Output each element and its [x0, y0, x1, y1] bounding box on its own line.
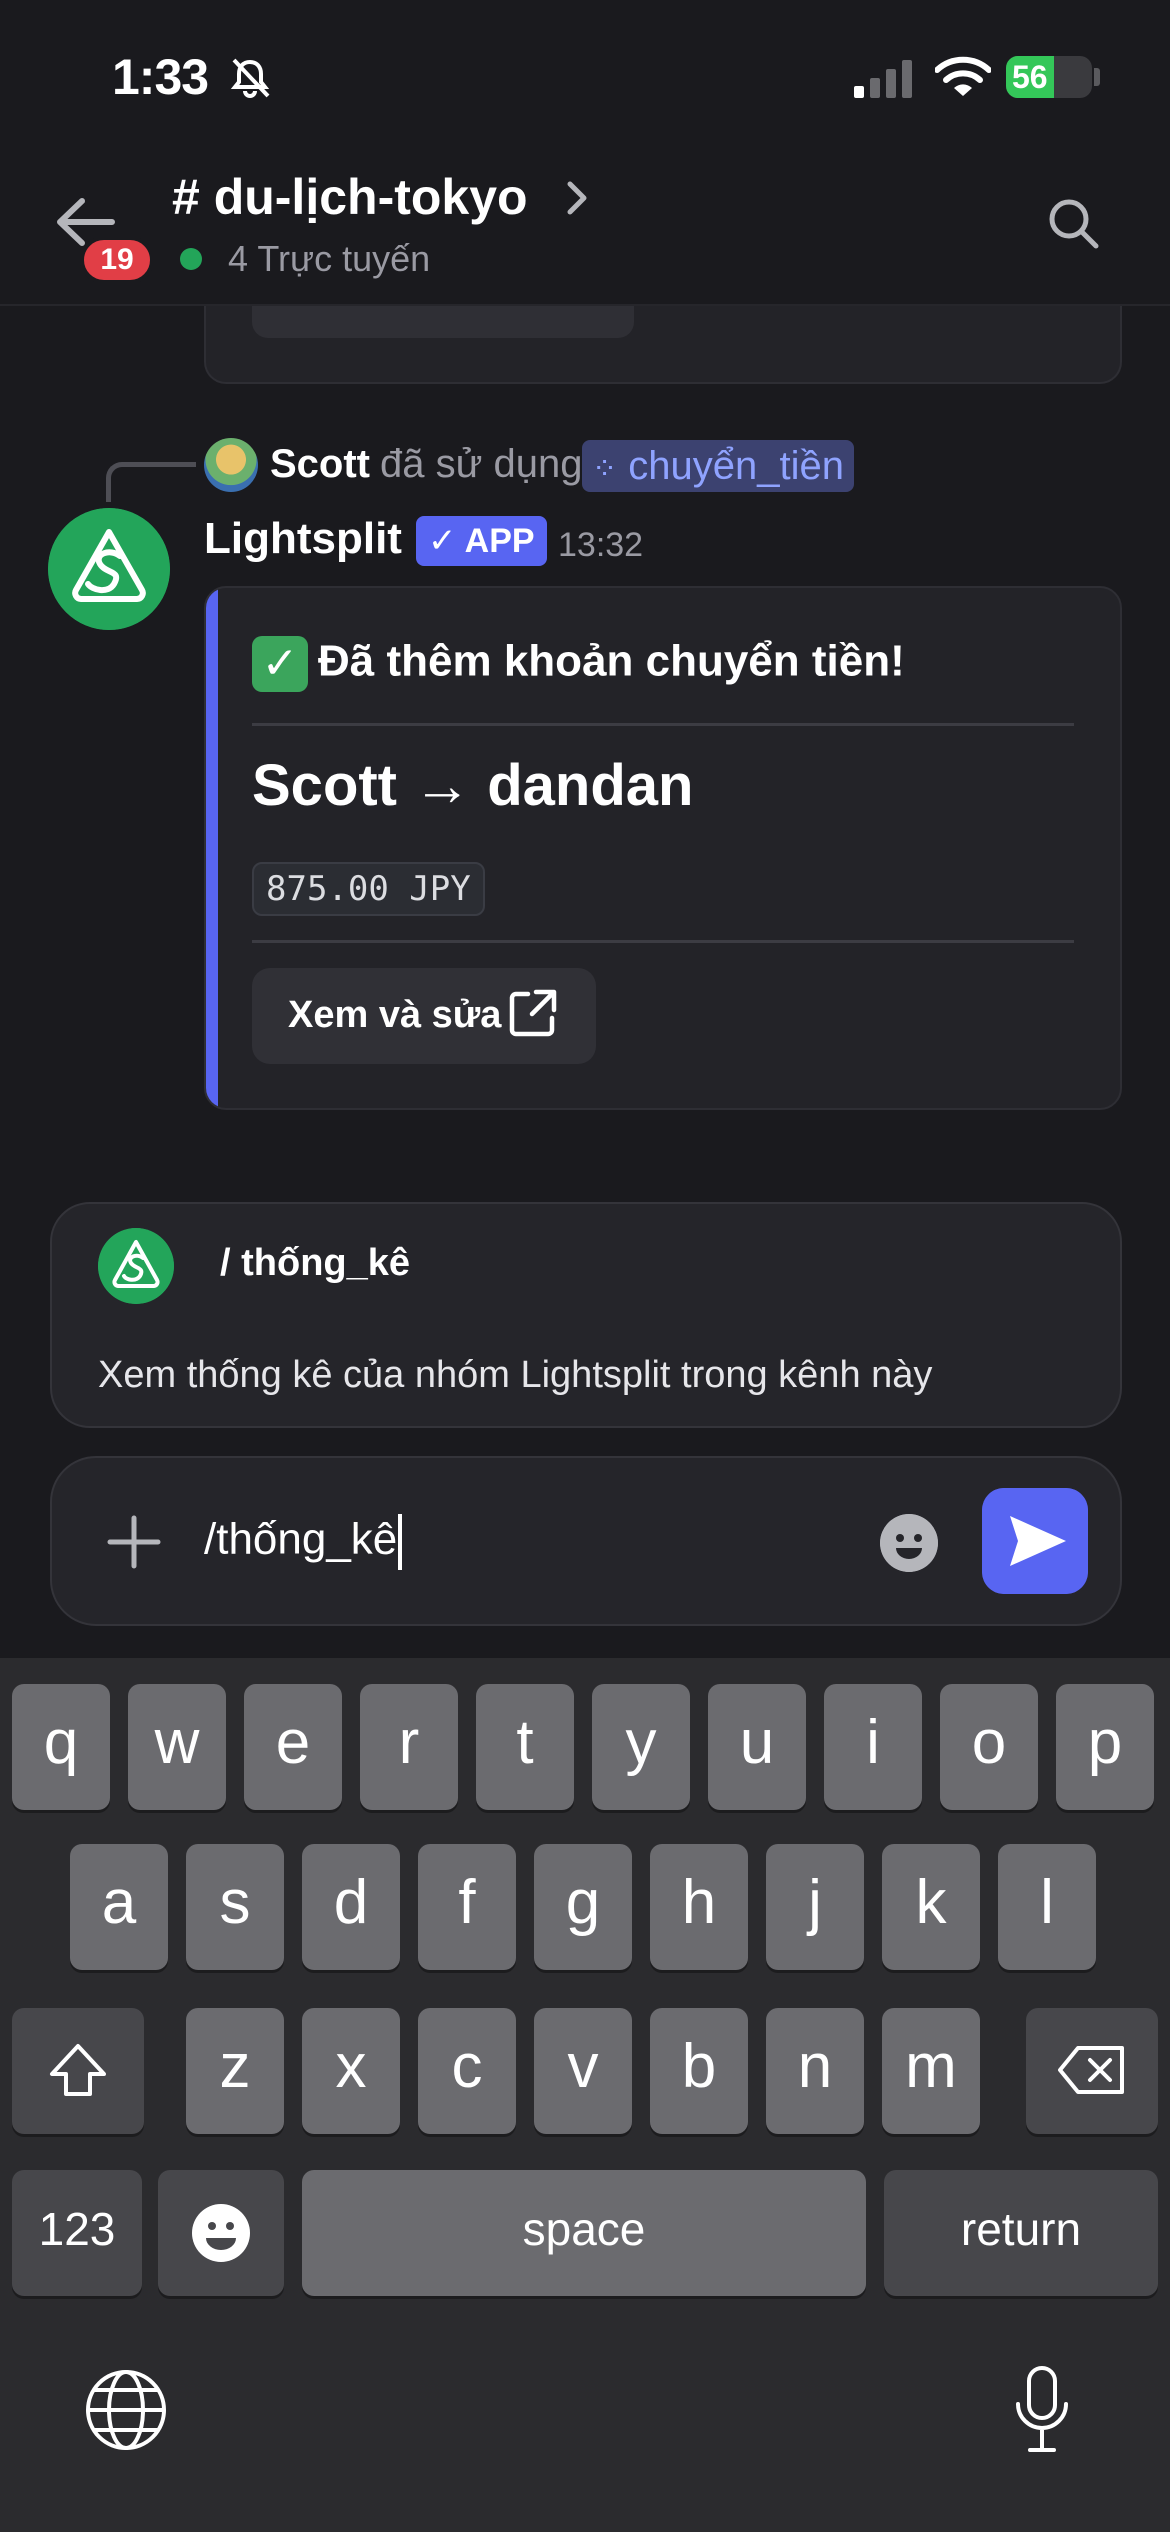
- shift-key[interactable]: [12, 2008, 144, 2134]
- key-b[interactable]: b: [650, 2008, 748, 2134]
- key-u[interactable]: u: [708, 1684, 806, 1810]
- divider: [252, 940, 1074, 943]
- bell-muted-icon: [230, 58, 270, 98]
- emoji-icon[interactable]: [880, 1514, 938, 1572]
- input-value: /thống_kê: [204, 1514, 398, 1564]
- bot-avatar[interactable]: [48, 508, 170, 630]
- view-edit-label: Xem và sửa: [288, 994, 502, 1036]
- status-time: 1:33: [112, 49, 209, 105]
- battery-level: 56: [1012, 59, 1048, 95]
- message-author[interactable]: Lightsplit: [204, 514, 402, 564]
- key-r[interactable]: r: [360, 1684, 458, 1810]
- embed-accent-bar: [206, 588, 218, 1108]
- plus-icon[interactable]: [106, 1514, 162, 1570]
- key-m[interactable]: m: [882, 2008, 980, 2134]
- keyboard: qwertyuiop asdfghjkl zxcvbnm 123 space r…: [0, 1658, 1170, 2532]
- key-x[interactable]: x: [302, 2008, 400, 2134]
- input-text[interactable]: /thống_kê: [204, 1514, 403, 1570]
- globe-icon[interactable]: [84, 2368, 168, 2452]
- microphone-icon[interactable]: [1010, 2364, 1074, 2456]
- suggestion-command: / thống_kê: [220, 1242, 411, 1284]
- key-w[interactable]: w: [128, 1684, 226, 1810]
- embed-title-text: Đã thêm khoản chuyển tiền!: [318, 636, 905, 686]
- app-badge: ✓ APP: [416, 516, 547, 566]
- command-mention[interactable]: ⁘ chuyển_tiền: [582, 440, 854, 492]
- space-key[interactable]: space: [302, 2170, 866, 2296]
- key-e[interactable]: e: [244, 1684, 342, 1810]
- channel-title[interactable]: # du-lịch-tokyo: [172, 168, 528, 226]
- backspace-icon: [1058, 2046, 1124, 2094]
- key-i[interactable]: i: [824, 1684, 922, 1810]
- message-timestamp: 13:32: [558, 526, 644, 564]
- signal-icon: [854, 60, 912, 98]
- key-q[interactable]: q: [12, 1684, 110, 1810]
- search-icon[interactable]: [1046, 196, 1100, 250]
- text-caret: [398, 1514, 403, 1570]
- key-h[interactable]: h: [650, 1844, 748, 1970]
- key-c[interactable]: c: [418, 2008, 516, 2134]
- divider: [252, 723, 1074, 726]
- battery-icon: 56: [1006, 56, 1092, 98]
- key-a[interactable]: a: [70, 1844, 168, 1970]
- key-o[interactable]: o: [940, 1684, 1038, 1810]
- chevron-right-icon[interactable]: [562, 176, 592, 220]
- suggestion-description: Xem thống kê của nhóm Lightsplit trong k…: [98, 1354, 933, 1396]
- command-mention-label: chuyển_tiền: [628, 444, 844, 488]
- reply-username[interactable]: Scott: [270, 442, 370, 487]
- key-z[interactable]: z: [186, 2008, 284, 2134]
- key-s[interactable]: s: [186, 1844, 284, 1970]
- key-y[interactable]: y: [592, 1684, 690, 1810]
- emoji-keyboard-icon: [192, 2204, 250, 2262]
- external-link-icon: [509, 989, 557, 1037]
- numbers-key[interactable]: 123: [12, 2170, 142, 2296]
- emoji-key[interactable]: [158, 2170, 284, 2296]
- command-icon: ⁘: [592, 453, 618, 486]
- bot-avatar: [98, 1228, 174, 1304]
- embed-title: ✓ Đã thêm khoản chuyển tiền!: [252, 636, 905, 692]
- shift-icon: [50, 2044, 106, 2096]
- key-n[interactable]: n: [766, 2008, 864, 2134]
- transfer-summary: Scott → dandan: [252, 753, 694, 818]
- online-status-dot: [180, 248, 202, 270]
- online-count: 4 Trực tuyến: [228, 238, 431, 279]
- key-j[interactable]: j: [766, 1844, 864, 1970]
- unread-badge: 19: [80, 236, 154, 284]
- key-g[interactable]: g: [534, 1844, 632, 1970]
- key-l[interactable]: l: [998, 1844, 1096, 1970]
- key-f[interactable]: f: [418, 1844, 516, 1970]
- key-t[interactable]: t: [476, 1684, 574, 1810]
- send-icon[interactable]: [982, 1488, 1088, 1594]
- key-p[interactable]: p: [1056, 1684, 1154, 1810]
- amount-code: 875.00 JPY: [252, 862, 485, 916]
- battery-nub: [1094, 68, 1100, 86]
- avatar[interactable]: [204, 438, 258, 492]
- key-k[interactable]: k: [882, 1844, 980, 1970]
- key-v[interactable]: v: [534, 2008, 632, 2134]
- reply-used-text: đã sử dụng: [380, 442, 583, 486]
- check-mark-icon: ✓: [252, 636, 308, 692]
- key-d[interactable]: d: [302, 1844, 400, 1970]
- reply-connector: [106, 462, 196, 502]
- delete-key[interactable]: [1026, 2008, 1158, 2134]
- wifi-icon: [935, 56, 991, 96]
- return-key[interactable]: return: [884, 2170, 1158, 2296]
